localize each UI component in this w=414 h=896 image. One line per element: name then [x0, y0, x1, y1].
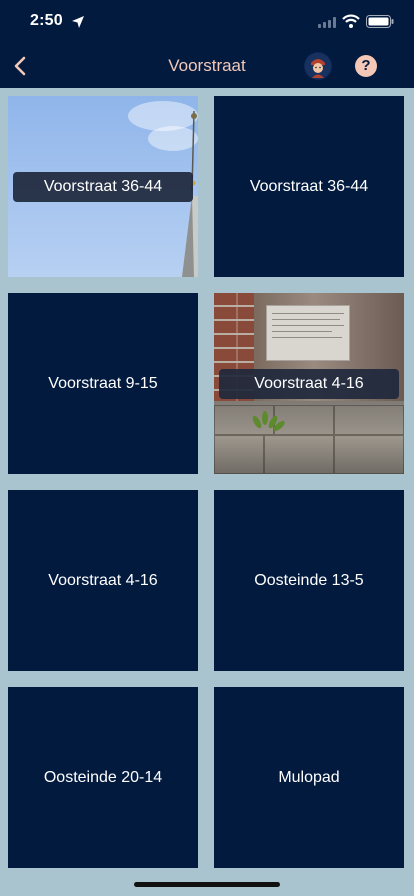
- avatar-icon: [305, 53, 331, 79]
- location-tile[interactable]: Mulopad: [214, 687, 404, 868]
- tile-label: Voorstraat 9-15: [48, 374, 158, 392]
- avatar-button[interactable]: [304, 52, 332, 80]
- status-time: 2:50: [30, 12, 63, 29]
- chevron-left-icon: [14, 56, 26, 76]
- top-bar: 2:50 Voorstraat ?: [0, 0, 414, 88]
- tile-label: Voorstraat 4-16: [219, 369, 399, 399]
- location-tile[interactable]: Oosteinde 20-14: [8, 687, 198, 868]
- location-tile[interactable]: Voorstraat 36-44: [8, 96, 198, 277]
- tile-label: Mulopad: [278, 768, 340, 786]
- location-tile[interactable]: Voorstraat 36-44: [214, 96, 404, 277]
- status-bar: 2:50: [0, 0, 414, 44]
- location-arrow-icon: [72, 16, 84, 28]
- tile-label: Voorstraat 36-44: [249, 177, 369, 195]
- nav-bar: Voorstraat ?: [0, 44, 414, 88]
- tile-label: Voorstraat 36-44: [13, 172, 193, 202]
- page-title: Voorstraat: [168, 56, 246, 75]
- signal-icon: [318, 17, 336, 28]
- help-button[interactable]: ?: [355, 55, 377, 77]
- home-indicator[interactable]: [134, 882, 280, 887]
- location-grid: Voorstraat 36-44 Voorstraat 36-44 Voorst…: [8, 96, 406, 868]
- tile-label: Oosteinde 13-5: [254, 571, 364, 589]
- location-tile[interactable]: Oosteinde 13-5: [214, 490, 404, 671]
- back-button[interactable]: [6, 50, 36, 82]
- tile-label: Voorstraat 4-16: [48, 571, 158, 589]
- battery-icon: [366, 15, 394, 28]
- location-tile[interactable]: Voorstraat 9-15: [8, 293, 198, 474]
- tile-label: Oosteinde 20-14: [43, 768, 163, 786]
- location-tile[interactable]: Voorstraat 4-16: [8, 490, 198, 671]
- wifi-icon: [342, 14, 360, 28]
- location-tile[interactable]: Voorstraat 4-16: [214, 293, 404, 474]
